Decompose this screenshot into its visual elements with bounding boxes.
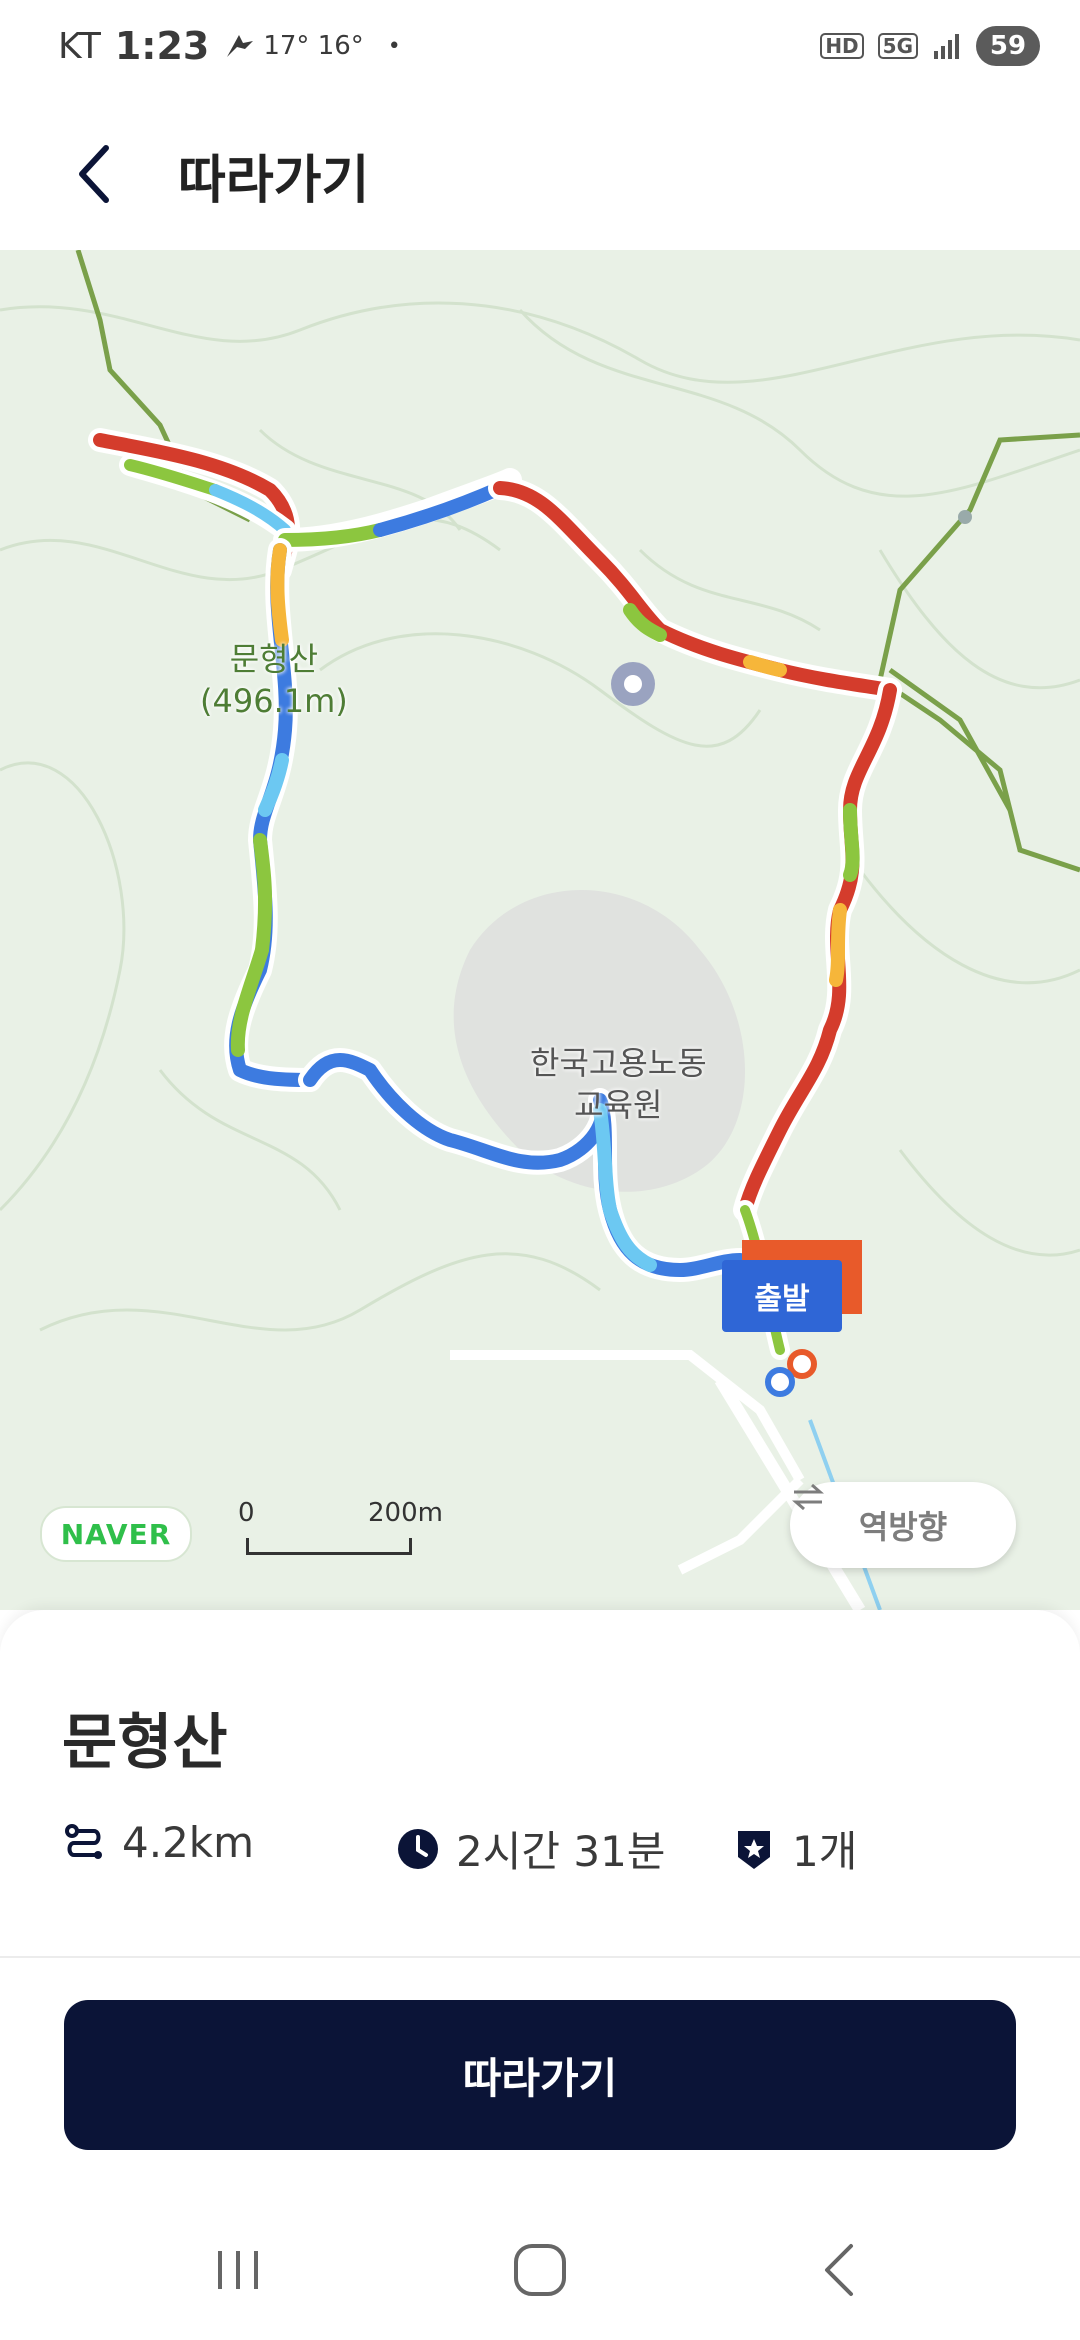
scale-bar xyxy=(246,1538,412,1555)
peak-name: 문형산 xyxy=(229,640,319,678)
badge-stat: 1개 xyxy=(732,1818,857,1879)
star-shield-icon xyxy=(732,1827,776,1871)
follow-button[interactable]: 따라가기 xyxy=(64,2000,1016,2150)
battery-icon: 59 xyxy=(976,26,1040,66)
institution-name-line2: 교육원 xyxy=(574,1086,663,1124)
status-bar: KT 1:23 17° 16° • HD 5G 59 xyxy=(0,0,1080,100)
scale-start: 0 xyxy=(238,1498,255,1528)
weather-temp: 17° 16° xyxy=(263,31,364,61)
app-bar: 따라가기 xyxy=(0,100,1080,250)
naver-logo[interactable]: NAVER xyxy=(40,1506,192,1562)
institution-label: 한국고용노동 교육원 xyxy=(530,1042,707,1126)
course-name: 문형산 xyxy=(62,1708,228,1778)
duration-value: 2시간 31분 xyxy=(456,1827,666,1876)
weather-indicator: 17° 16° xyxy=(223,31,364,61)
chevron-left-icon xyxy=(79,145,109,203)
duration-stat: 2시간 31분 xyxy=(396,1818,665,1879)
badge-count: 1개 xyxy=(792,1827,858,1876)
route-map[interactable]: 문형산 (496.1m) 한국고용노동 교육원 출발 NAVER 0 200m … xyxy=(0,250,1080,1610)
recent-apps-icon xyxy=(218,2251,258,2289)
sheet-divider xyxy=(0,1956,1080,1958)
reverse-direction-button[interactable]: 역방향 xyxy=(790,1482,1016,1568)
map-scale: 0 200m xyxy=(238,1498,443,1558)
route-icon xyxy=(62,1821,106,1865)
institution-name-line1: 한국고용노동 xyxy=(530,1044,707,1082)
swap-arrows-icon xyxy=(792,1483,824,1511)
system-nav-bar xyxy=(0,2200,1080,2340)
nav-back-button[interactable] xyxy=(800,2236,880,2304)
home-button[interactable] xyxy=(500,2236,580,2304)
network-5g-icon: 5G xyxy=(877,33,918,59)
peak-label: 문형산 (496.1m) xyxy=(200,638,348,722)
page-title: 따라가기 xyxy=(178,151,370,211)
weather-icon xyxy=(227,35,254,57)
distance-value: 4.2km xyxy=(122,1818,255,1867)
scale-end: 200m xyxy=(368,1498,443,1528)
clock-icon xyxy=(396,1827,440,1871)
signal-icon xyxy=(934,34,959,59)
hd-icon: HD xyxy=(820,33,864,59)
clock-time: 1:23 xyxy=(114,24,210,68)
carrier-label: KT xyxy=(58,25,101,67)
course-stats: 4.2km 2시간 31분 1개 xyxy=(62,1818,1022,1878)
distance-stat: 4.2km xyxy=(62,1818,254,1867)
reverse-button-label: 역방향 xyxy=(858,1508,948,1546)
home-icon xyxy=(514,2244,566,2296)
back-icon xyxy=(825,2244,853,2296)
back-button[interactable] xyxy=(62,138,134,210)
map-canvas[interactable] xyxy=(0,250,1080,1610)
notification-dot: • xyxy=(387,33,401,59)
peak-elevation: (496.1m) xyxy=(200,682,348,720)
start-tag[interactable]: 출발 xyxy=(722,1260,842,1332)
recent-apps-button[interactable] xyxy=(198,2236,278,2304)
